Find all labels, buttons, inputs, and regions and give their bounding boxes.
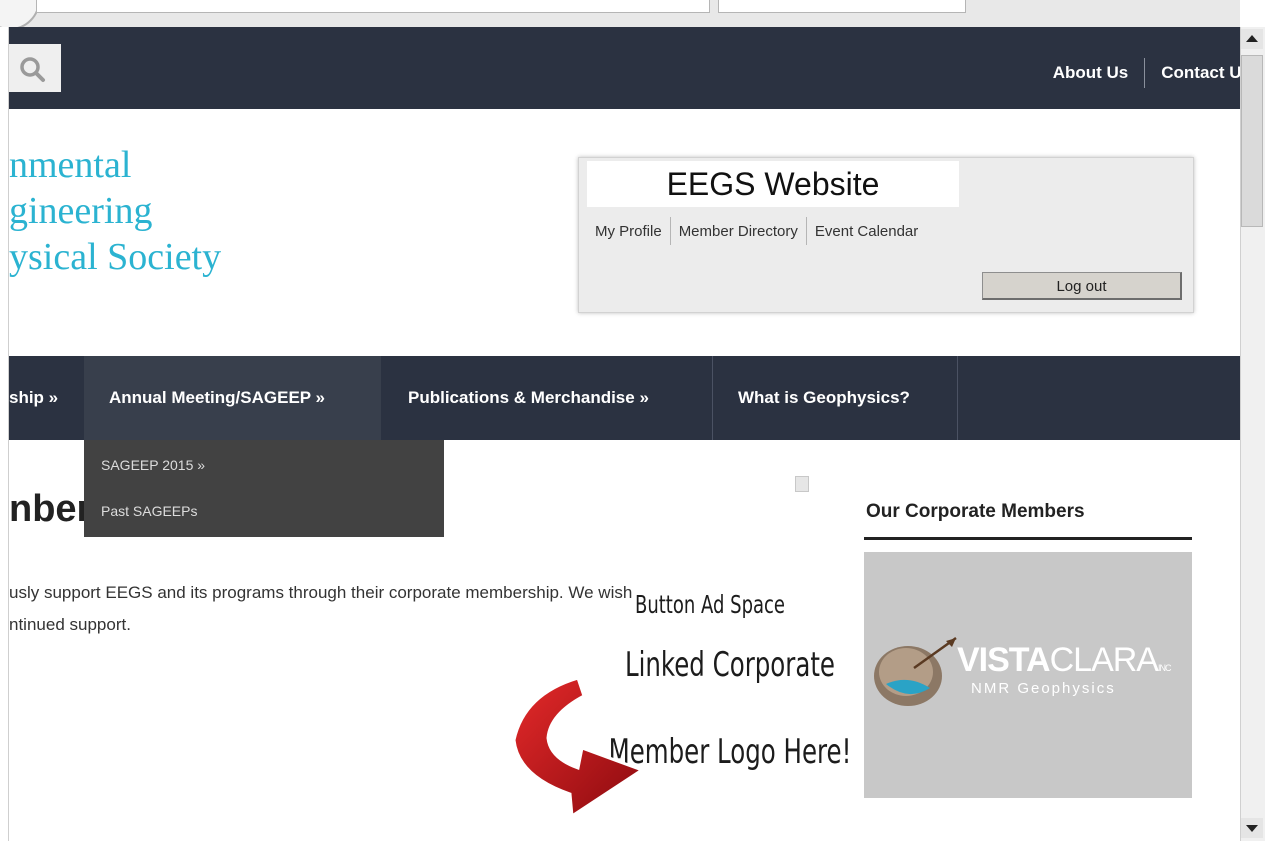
top-links-divider [1144, 58, 1146, 88]
browser-nav-button[interactable] [0, 0, 40, 30]
dropdown-item-sageep-2015[interactable]: SAGEEP 2015 » [101, 457, 205, 473]
event-calendar-link[interactable]: Event Calendar [815, 223, 918, 240]
browser-search-field[interactable] [718, 0, 966, 13]
my-profile-link[interactable]: My Profile [595, 223, 662, 240]
browser-toolbar [0, 0, 1240, 30]
corporate-members-heading: Our Corporate Members [866, 501, 1085, 522]
member-login-panel: EEGS Website My Profile Member Directory… [578, 157, 1194, 313]
login-panel-title: EEGS Website [587, 161, 959, 207]
browser-address-field[interactable] [36, 0, 710, 13]
dropdown-item-past-sageeps[interactable]: Past SAGEEPs [101, 503, 197, 519]
contact-us-link[interactable]: Contact Us [1161, 63, 1251, 83]
corporate-member-logo[interactable]: VISTACLARAINC NMR Geophysics [864, 552, 1192, 798]
member-links: My Profile Member Directory Event Calend… [595, 217, 918, 245]
edit-icon[interactable] [795, 476, 809, 492]
curved-arrow-icon [512, 676, 646, 819]
corporate-logo-tagline: NMR Geophysics [971, 680, 1116, 697]
logo-line-3: ysical Society [9, 236, 222, 278]
nav-item-what-is-geophysics[interactable]: What is Geophysics? [738, 356, 910, 440]
sidebar-divider [864, 537, 1192, 540]
nav-divider [712, 356, 713, 440]
search-button[interactable] [9, 44, 61, 92]
arrow-down-icon [1246, 825, 1258, 832]
member-directory-link[interactable]: Member Directory [679, 223, 798, 240]
ad-space-label: Button Ad Space [634, 590, 786, 619]
scroll-down-button[interactable] [1241, 818, 1263, 838]
nav-item-membership[interactable]: ship » [9, 356, 84, 440]
annual-meeting-dropdown: SAGEEP 2015 » Past SAGEEPs [84, 440, 444, 537]
nav-item-publications[interactable]: Publications & Merchandise » [408, 356, 649, 440]
member-links-divider [805, 217, 807, 245]
about-us-link[interactable]: About Us [1053, 63, 1129, 83]
top-links: About Us Contact Us [1053, 58, 1251, 88]
logo-line-1: nmental [9, 144, 132, 186]
arrow-up-icon [1246, 35, 1258, 42]
logout-button[interactable]: Log out [982, 272, 1182, 300]
scroll-up-button[interactable] [1241, 29, 1263, 49]
corporate-logo-wordmark: VISTACLARAINC [957, 641, 1171, 679]
member-links-divider [669, 217, 671, 245]
scrollbar-thumb[interactable] [1241, 55, 1263, 227]
nav-divider [957, 356, 958, 440]
logo-line-2: gineering [9, 190, 153, 232]
nav-item-annual-meeting[interactable]: Annual Meeting/SAGEEP » [109, 356, 325, 440]
vista-clara-emblem-icon [874, 636, 957, 706]
site-logo[interactable]: nmental gineering ysical Society [9, 142, 221, 280]
search-icon [20, 57, 45, 82]
window-left-edge [0, 27, 9, 841]
